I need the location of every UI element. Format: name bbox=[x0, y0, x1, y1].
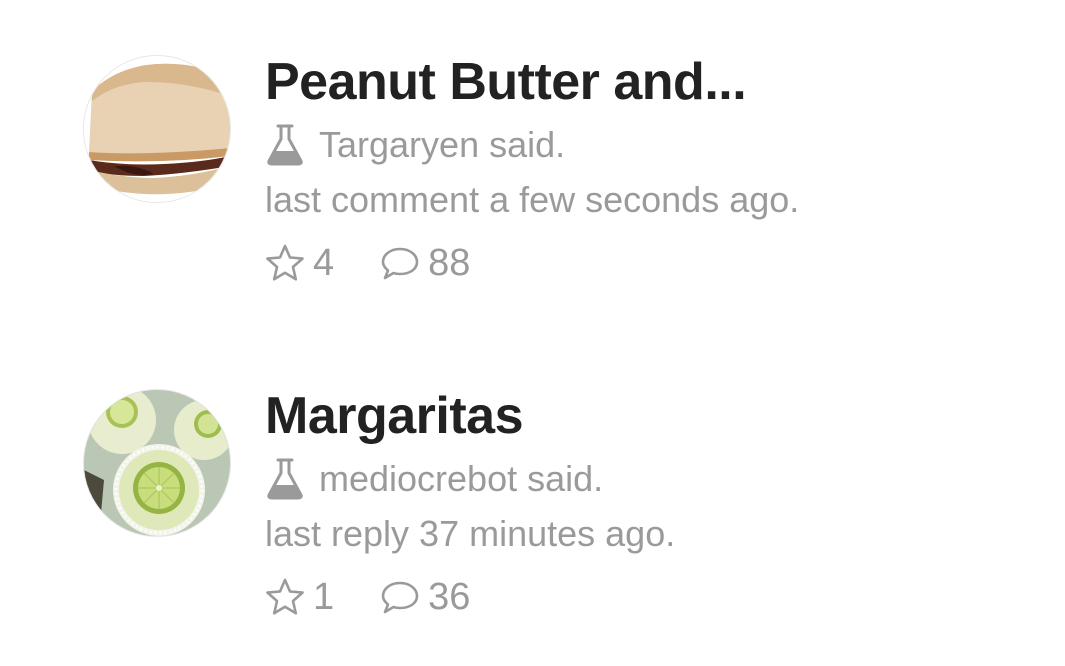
post-thumbnail[interactable] bbox=[84, 56, 230, 202]
margarita-image bbox=[84, 390, 230, 536]
flask-icon bbox=[265, 123, 305, 167]
star-icon bbox=[265, 577, 305, 617]
star-count: 1 bbox=[313, 575, 335, 618]
comment-count-button[interactable]: 36 bbox=[380, 576, 470, 619]
comment-count: 88 bbox=[428, 241, 471, 284]
post-title[interactable]: Peanut Butter and... bbox=[265, 52, 747, 112]
star-count: 4 bbox=[313, 241, 335, 284]
star-count-button[interactable]: 1 bbox=[265, 576, 334, 619]
star-count-button[interactable]: 4 bbox=[265, 242, 334, 285]
post-item[interactable]: Margaritas mediocrebot said. last reply … bbox=[0, 334, 1065, 624]
post-stats: 1 36 bbox=[265, 572, 470, 622]
post-author[interactable]: Targaryen said. bbox=[319, 124, 565, 166]
star-icon bbox=[265, 243, 305, 283]
post-title[interactable]: Margaritas bbox=[265, 386, 524, 446]
speech-bubble-icon bbox=[380, 577, 420, 617]
flask-icon bbox=[265, 457, 305, 501]
comment-count: 36 bbox=[428, 575, 471, 618]
post-item[interactable]: Peanut Butter and... Targaryen said. las… bbox=[0, 0, 1065, 290]
post-author-row: mediocrebot said. bbox=[265, 454, 603, 504]
post-last-activity: last reply 37 minutes ago. bbox=[265, 513, 676, 554]
post-last-activity: last comment a few seconds ago. bbox=[265, 179, 800, 220]
post-thumbnail[interactable] bbox=[84, 390, 230, 536]
comment-count-button[interactable]: 88 bbox=[380, 242, 470, 285]
post-author[interactable]: mediocrebot said. bbox=[319, 458, 603, 500]
post-feed: Peanut Butter and... Targaryen said. las… bbox=[0, 0, 1065, 666]
post-stats: 4 88 bbox=[265, 238, 470, 288]
post-author-row: Targaryen said. bbox=[265, 120, 565, 170]
speech-bubble-icon bbox=[380, 243, 420, 283]
pb-sandwich-image bbox=[84, 56, 230, 202]
